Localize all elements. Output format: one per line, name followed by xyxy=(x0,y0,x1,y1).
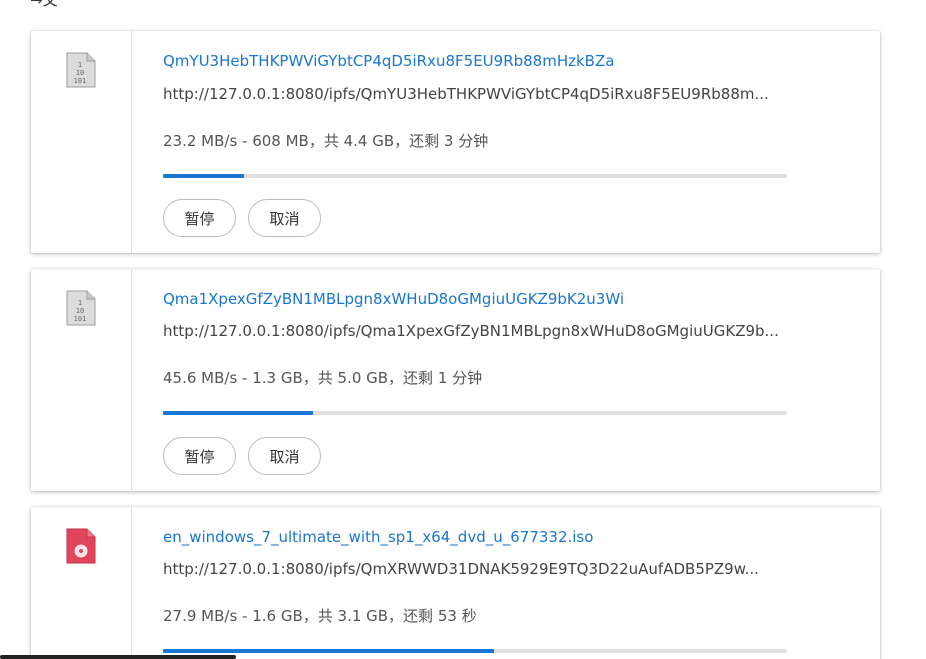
source-url: http://127.0.0.1:8080/ipfs/QmXRWWD31DNAK… xyxy=(163,560,759,578)
download-details: Qma1XpexGfZyBN1MBLpgn8xWHuD8oGMgiuUGKZ9b… xyxy=(132,269,880,491)
download-status: 45.6 MB/s - 1.3 GB，共 5.0 GB，还剩 1 分钟 xyxy=(163,369,483,387)
icon-column xyxy=(31,507,132,659)
download-item: 1 10 101 QmYU3HebTHKPWViGYbtCP4qD5iRxu8F… xyxy=(31,31,880,253)
svg-text:1: 1 xyxy=(78,61,82,69)
download-status: 27.9 MB/s - 1.6 GB，共 3.1 GB，还剩 53 秒 xyxy=(163,607,477,625)
download-details: QmYU3HebTHKPWViGYbtCP4qD5iRxu8F5EU9Rb88m… xyxy=(132,31,880,253)
progress-bar xyxy=(163,411,787,415)
cancel-button[interactable]: 取消 xyxy=(248,437,321,475)
icon-column: 1 10 101 xyxy=(31,31,132,253)
progress-bar xyxy=(163,174,787,178)
scrollbar-thumb[interactable] xyxy=(0,655,236,659)
progress-fill xyxy=(163,411,313,415)
translate-header: →文 xyxy=(30,0,58,9)
progress-bar xyxy=(163,649,787,653)
download-item: 1 10 101 Qma1XpexGfZyBN1MBLpgn8xWHuD8oGM… xyxy=(31,269,880,491)
pause-button[interactable]: 暂停 xyxy=(163,199,236,237)
svg-text:1: 1 xyxy=(78,299,82,307)
download-status: 23.2 MB/s - 608 MB，共 4.4 GB，还剩 3 分钟 xyxy=(163,132,489,150)
svg-text:10: 10 xyxy=(76,307,84,315)
download-details: en_windows_7_ultimate_with_sp1_x64_dvd_u… xyxy=(132,507,880,659)
file-name-link[interactable]: Qma1XpexGfZyBN1MBLpgn8xWHuD8oGMgiuUGKZ9b… xyxy=(163,290,624,308)
progress-fill xyxy=(163,174,245,178)
svg-text:101: 101 xyxy=(74,77,87,85)
svg-text:10: 10 xyxy=(76,69,84,77)
cancel-button[interactable]: 取消 xyxy=(248,199,321,237)
download-item: en_windows_7_ultimate_with_sp1_x64_dvd_u… xyxy=(31,507,880,659)
file-name-link[interactable]: en_windows_7_ultimate_with_sp1_x64_dvd_u… xyxy=(163,528,593,546)
pause-button[interactable]: 暂停 xyxy=(163,437,236,475)
svg-text:101: 101 xyxy=(74,315,87,323)
icon-column: 1 10 101 xyxy=(31,269,132,491)
source-url: http://127.0.0.1:8080/ipfs/QmYU3HebTHKPW… xyxy=(163,85,769,103)
source-url: http://127.0.0.1:8080/ipfs/Qma1XpexGfZyB… xyxy=(163,322,779,340)
downloads-page: →文 1 10 101 QmYU3HebTHKPWViGYbtCP4qD5iRx… xyxy=(0,0,926,659)
binary-file-icon: 1 10 101 xyxy=(66,290,96,326)
progress-fill xyxy=(163,649,494,653)
binary-file-icon: 1 10 101 xyxy=(66,52,96,88)
disc-image-icon xyxy=(66,528,96,564)
file-name-link[interactable]: QmYU3HebTHKPWViGYbtCP4qD5iRxu8F5EU9Rb88m… xyxy=(163,52,614,70)
